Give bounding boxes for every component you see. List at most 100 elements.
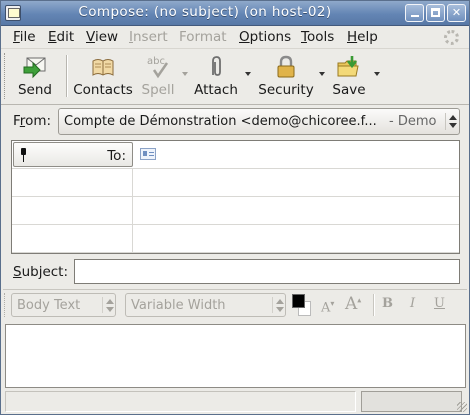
save-button[interactable]: Save	[329, 53, 369, 101]
recipient-type-label: To:	[107, 148, 126, 164]
security-button[interactable]: Security	[257, 53, 315, 101]
menu-help-accel: H	[347, 29, 358, 45]
spell-icon-text: abc	[147, 56, 165, 67]
spell-dropdown-arrow-icon[interactable]	[182, 72, 188, 76]
recipient-row[interactable]: To:	[12, 141, 459, 169]
compose-window: Compose: (no subject) (on host-02) ✕ Fil…	[0, 0, 470, 415]
menu-view-accel: V	[86, 29, 95, 45]
address-book-icon	[92, 59, 114, 76]
attach-dropdown-arrow-icon[interactable]	[245, 72, 251, 76]
paragraph-style-value: Body Text	[17, 298, 81, 313]
text-color-picker[interactable]	[292, 294, 312, 317]
recipient-type-cell[interactable]	[12, 197, 133, 224]
spell-check-icon: abc	[147, 56, 169, 79]
bold-button[interactable]: B	[382, 296, 393, 311]
padlock-icon	[277, 55, 295, 78]
menu-help[interactable]: Help	[347, 29, 378, 45]
menu-insert[interactable]: Insert	[129, 29, 168, 45]
minimize-icon	[411, 15, 419, 17]
menu-format[interactable]: Format	[179, 29, 227, 45]
menu-edit[interactable]: Edit	[48, 29, 74, 45]
menu-file-accel: F	[13, 29, 20, 45]
menu-edit-label: dit	[56, 29, 75, 45]
from-select-arrows-icon	[445, 113, 457, 130]
format-separator	[373, 294, 375, 316]
resize-grip-icon[interactable]	[457, 402, 467, 412]
title-bar[interactable]: Compose: (no subject) (on host-02) ✕	[1, 1, 469, 26]
font-family-arrows-icon	[272, 297, 284, 313]
increase-font-size-button[interactable]: A▴	[345, 294, 361, 314]
paragraph-style-arrows-icon	[102, 297, 114, 313]
progress-meter	[361, 391, 462, 412]
spell-label: Spell	[141, 82, 175, 98]
menu-file[interactable]: File	[13, 29, 36, 45]
security-dropdown-arrow-icon[interactable]	[319, 72, 325, 76]
close-icon: ✕	[451, 6, 462, 19]
activity-throbber-icon	[444, 30, 459, 45]
italic-button[interactable]: I	[410, 296, 415, 311]
recipient-row[interactable]	[12, 169, 459, 197]
save-label: Save	[332, 82, 366, 98]
attach-button[interactable]: Attach	[193, 53, 239, 101]
text-color-swatch[interactable]	[292, 294, 305, 308]
minimize-button[interactable]	[405, 4, 424, 22]
header-separator	[3, 289, 467, 290]
recipient-type-select[interactable]: To:	[13, 142, 133, 167]
recipient-type-cell[interactable]	[12, 169, 133, 196]
compose-toolbar: Send Contacts abc Spell Attach Security …	[1, 49, 469, 105]
underline-button[interactable]: U	[434, 296, 445, 311]
save-dropdown-arrow-icon[interactable]	[374, 72, 380, 76]
status-text-panel	[5, 391, 356, 412]
menu-options-label: ptions	[249, 29, 292, 45]
security-label: Security	[258, 82, 314, 98]
from-account-select[interactable]: Compte de Démonstration <demo@chicoree.f…	[58, 108, 460, 135]
menu-tools[interactable]: Tools	[301, 29, 334, 45]
font-family-value: Variable Width	[131, 298, 226, 313]
save-folder-icon	[337, 56, 359, 77]
send-icon	[23, 57, 46, 79]
recipient-type-cell[interactable]	[12, 225, 133, 252]
recipient-row[interactable]	[12, 225, 459, 253]
window-title: Compose: (no subject) (on host-02)	[78, 4, 332, 20]
menu-options-accel: O	[239, 29, 250, 45]
recipient-list: To:	[11, 140, 460, 254]
toolbar-grip[interactable]	[4, 53, 7, 99]
menu-help-label: elp	[357, 29, 378, 45]
attach-label: Attach	[194, 82, 238, 98]
pin-icon	[21, 148, 26, 162]
larger-font-icon: A	[345, 294, 358, 314]
from-label: rFrom:	[13, 113, 52, 129]
paragraph-style-select[interactable]: Body Text	[11, 293, 116, 317]
close-button[interactable]: ✕	[447, 4, 466, 22]
smaller-font-icon: A	[321, 300, 331, 316]
contact-card-icon	[140, 148, 156, 160]
menu-file-label: ile	[19, 29, 36, 45]
maximize-button[interactable]	[426, 4, 445, 22]
subject-input[interactable]	[74, 259, 460, 284]
menu-options[interactable]: Options	[239, 29, 291, 45]
send-label: Send	[17, 82, 52, 98]
spell-button[interactable]: abc Spell	[138, 53, 178, 101]
from-account-suffix: - Demo	[389, 114, 437, 129]
message-body-editor[interactable]	[5, 324, 466, 388]
status-bar	[1, 389, 469, 414]
paperclip-icon	[212, 56, 221, 76]
send-button[interactable]: Send	[13, 53, 57, 101]
maximize-icon	[431, 8, 440, 17]
menu-bar: File Edit View Insert Format Options Too…	[1, 26, 469, 49]
format-toolbar-grip[interactable]	[4, 293, 7, 317]
subject-label-accel: S	[13, 264, 22, 280]
contacts-label: Contacts	[73, 82, 133, 98]
contacts-button[interactable]: Contacts	[73, 53, 133, 101]
from-account-value: Compte de Démonstration <demo@chicoree.f…	[64, 114, 377, 129]
menu-view[interactable]: View	[86, 29, 118, 45]
menu-tools-label: ools	[306, 29, 335, 45]
menu-insert-label: nsert	[132, 29, 168, 45]
recipient-row[interactable]	[12, 197, 459, 225]
toolbar-separator	[66, 55, 68, 97]
decrease-font-size-button[interactable]: A▾	[321, 299, 334, 315]
menu-view-label: iew	[94, 29, 119, 45]
font-family-select[interactable]: Variable Width	[125, 293, 286, 317]
menu-edit-accel: E	[48, 29, 57, 45]
menu-format-label: Format	[179, 29, 227, 45]
